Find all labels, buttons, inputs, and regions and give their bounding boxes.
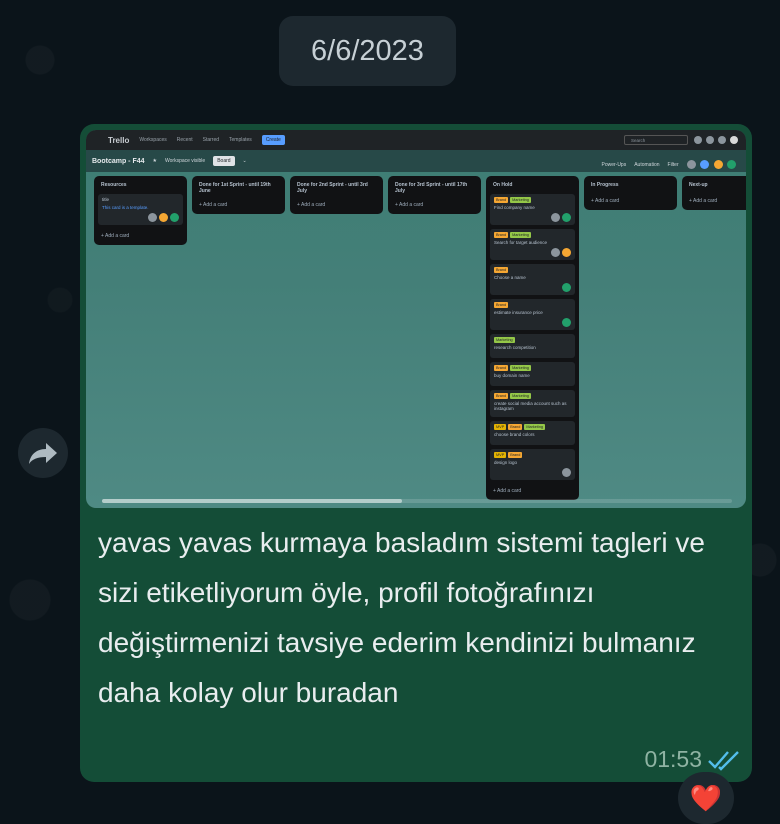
list-title: Resources — [101, 182, 127, 188]
trello-top-bar: Trello Workspaces Recent Starred Templat… — [86, 130, 746, 150]
star-icon: ★ — [152, 158, 157, 164]
list-title: In Progress — [591, 182, 619, 188]
board-view-button: Board — [213, 156, 235, 166]
list-item: MVP Brand design logo — [490, 449, 575, 480]
theme-icon — [718, 136, 726, 144]
list-title: Done for 3rd Sprint - until 17th July — [395, 182, 468, 194]
list-sprint-1: Done for 1st Sprint - until 19th June + … — [192, 176, 285, 214]
list-title: Next-up — [689, 182, 708, 188]
add-card: + Add a card — [101, 233, 130, 239]
add-card: + Add a card — [199, 202, 228, 208]
list-resources: Resources title This card is a template.… — [94, 176, 187, 245]
heart-icon: ❤️ — [689, 782, 723, 813]
list-item: Marketing research competition — [490, 334, 575, 358]
forward-icon — [29, 443, 57, 464]
menu-starred: Starred — [202, 137, 220, 143]
add-card: + Add a card — [297, 202, 326, 208]
help-icon — [706, 136, 714, 144]
power-ups: Power-Ups — [601, 162, 627, 168]
add-card: + Add a card — [493, 488, 522, 494]
list-sprint-2: Done for 2nd Sprint - until 3rd July + A… — [290, 176, 383, 214]
list-item: MVP Brand Marketing choose brand colors — [490, 421, 575, 445]
visibility-label: Workspace visible — [165, 158, 206, 164]
filter: Filter — [667, 162, 679, 168]
chevron-down-icon: ⌄ — [242, 158, 247, 164]
list-in-progress: In Progress + Add a card — [584, 176, 677, 210]
list-item: Brand estimate insurance price — [490, 299, 575, 330]
menu-recent: Recent — [176, 137, 193, 143]
message-time: 01:53 — [644, 746, 702, 772]
trello-logo: Trello — [108, 135, 130, 145]
board-scrollbar — [102, 499, 402, 503]
list-title: On Hold — [493, 182, 513, 188]
message-text: yavas yavas kurmaya basladım sistemi tag… — [98, 527, 705, 708]
reaction-badge[interactable]: ❤️ — [678, 772, 734, 824]
list-title: Done for 1st Sprint - until 19th June — [199, 182, 271, 194]
menu-templates: Templates — [229, 137, 252, 143]
list-item: title This card is a template. — [98, 194, 183, 225]
add-card: + Add a card — [591, 198, 620, 204]
board-header: Bootcamp - F44 ★ Workspace visible Board… — [86, 150, 746, 172]
list-item: Brand Marketing buy domain name — [490, 362, 575, 386]
date-separator: 6/6/2023 — [279, 16, 456, 86]
bell-icon — [694, 136, 702, 144]
list-item: Brand Marketing create social media accou… — [490, 390, 575, 417]
message-meta: 01:53 — [644, 746, 740, 773]
member-avatars — [686, 156, 736, 174]
create-button: Create — [261, 135, 285, 145]
message-bubble[interactable]: Trello Workspaces Recent Starred Templat… — [80, 124, 752, 782]
automation: Automation — [634, 162, 660, 168]
list-title: Done for 2nd Sprint - until 3rd July — [297, 182, 368, 194]
read-ticks-icon — [708, 750, 739, 771]
menu-workspaces: Workspaces — [139, 137, 167, 143]
list-next-up: Next-up + Add a card — [682, 176, 746, 210]
list-on-hold: On Hold Brand Marketing Find company name… — [486, 176, 579, 500]
add-card: + Add a card — [689, 198, 718, 204]
list-item: Brand Marketing Find company name — [490, 194, 575, 225]
top-icons — [694, 136, 738, 144]
search-box: Search — [624, 135, 688, 145]
avatar — [730, 136, 738, 144]
board-name: Bootcamp - F44 — [92, 157, 145, 165]
forward-button[interactable] — [18, 428, 68, 478]
list-sprint-3: Done for 3rd Sprint - until 17th July + … — [388, 176, 481, 214]
add-card: + Add a card — [395, 202, 424, 208]
board-tools: Power-Ups Automation Filter — [601, 156, 736, 174]
trello-screenshot-image[interactable]: Trello Workspaces Recent Starred Templat… — [86, 130, 746, 508]
list-item: Brand Marketing Search for target audienc… — [490, 229, 575, 260]
list-item: Brand Choose a name — [490, 264, 575, 295]
